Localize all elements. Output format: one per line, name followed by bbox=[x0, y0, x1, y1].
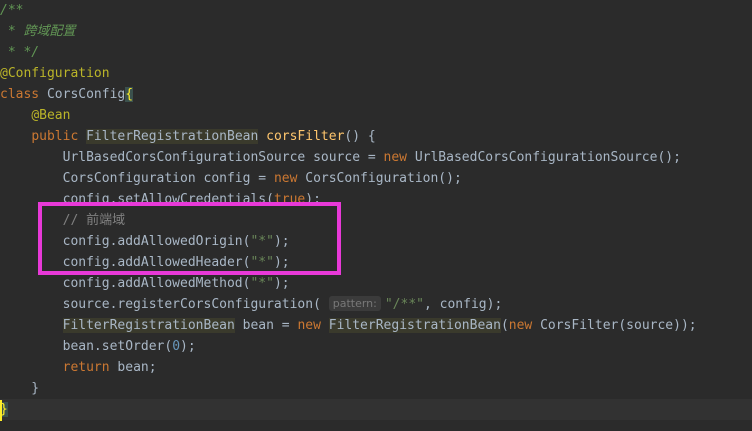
code-token: bean.setOrder( bbox=[0, 339, 173, 354]
code-token: FilterRegistrationBean bbox=[62, 318, 235, 333]
code-token: bean = bbox=[234, 318, 298, 333]
code-line[interactable]: config.addAllowedMethod("*"); bbox=[0, 273, 752, 294]
code-token: UrlBasedCorsConfigurationSource source = bbox=[0, 150, 384, 165]
annotation-highlight-box bbox=[38, 202, 341, 275]
caret-line-marker bbox=[0, 400, 2, 421]
code-token: config.addAllowedMethod( bbox=[0, 276, 251, 291]
code-line[interactable]: class CorsConfig{ bbox=[0, 84, 752, 105]
code-token: /** bbox=[0, 3, 24, 18]
code-line[interactable]: public FilterRegistrationBean corsFilter… bbox=[0, 126, 752, 147]
code-token: new bbox=[508, 318, 541, 333]
code-line[interactable]: @Configuration bbox=[0, 63, 752, 84]
code-line[interactable]: /** bbox=[0, 0, 752, 21]
code-token: } bbox=[0, 381, 40, 396]
code-token: return bbox=[62, 360, 118, 375]
code-token: public bbox=[31, 129, 87, 144]
code-line[interactable]: * */ bbox=[0, 42, 752, 63]
code-token: ); bbox=[273, 276, 290, 291]
parameter-hint: pattern: bbox=[328, 296, 381, 311]
code-token: source.registerCorsConfiguration( bbox=[0, 297, 329, 312]
code-token: FilterRegistrationBean bbox=[86, 129, 259, 144]
code-token: ); bbox=[180, 339, 196, 354]
code-token: corsFilter bbox=[266, 129, 345, 144]
code-token: "*" bbox=[250, 276, 274, 291]
code-line[interactable]: } bbox=[0, 378, 752, 399]
code-line[interactable]: * 跨域配置 bbox=[0, 21, 752, 42]
code-token: { bbox=[125, 87, 134, 102]
code-token: @Bean bbox=[31, 108, 71, 123]
code-token: new bbox=[273, 171, 306, 186]
code-line[interactable]: bean.setOrder(0); bbox=[0, 336, 752, 357]
code-token: new bbox=[297, 318, 329, 333]
code-line[interactable]: UrlBasedCorsConfigurationSource source =… bbox=[0, 147, 752, 168]
code-token: () { bbox=[344, 129, 376, 144]
code-token: UrlBasedCorsConfigurationSource(); bbox=[414, 150, 681, 165]
code-token: @Configuration bbox=[0, 66, 110, 81]
code-line[interactable]: return bean; bbox=[0, 357, 752, 378]
code-token: CorsFilter(source)); bbox=[540, 318, 697, 333]
code-editor[interactable]: /** * 跨域配置 * */ @Configuration class CorsC… bbox=[0, 0, 752, 431]
code-token: 0 bbox=[172, 339, 181, 354]
code-token: FilterRegistrationBean bbox=[328, 318, 501, 333]
code-token: , config); bbox=[424, 297, 503, 312]
code-token: bean; bbox=[117, 360, 157, 375]
code-token: CorsConfig bbox=[46, 87, 126, 102]
code-line[interactable]: FilterRegistrationBean bean = new Filter… bbox=[0, 315, 752, 336]
code-token: * 跨域配置 bbox=[0, 24, 76, 39]
code-line[interactable]: source.registerCorsConfiguration( patter… bbox=[0, 294, 752, 315]
code-line[interactable]: } bbox=[0, 399, 752, 420]
code-token: * */ bbox=[0, 45, 40, 60]
code-token: "/**" bbox=[384, 297, 424, 312]
code-token: ( bbox=[500, 318, 509, 333]
code-token: CorsConfiguration config = bbox=[0, 171, 274, 186]
code-line[interactable]: @Bean bbox=[0, 105, 752, 126]
code-token: class bbox=[0, 87, 47, 102]
code-token: CorsConfiguration(); bbox=[305, 171, 462, 186]
code-line[interactable]: CorsConfiguration config = new CorsConfi… bbox=[0, 168, 752, 189]
code-token: new bbox=[383, 150, 415, 165]
